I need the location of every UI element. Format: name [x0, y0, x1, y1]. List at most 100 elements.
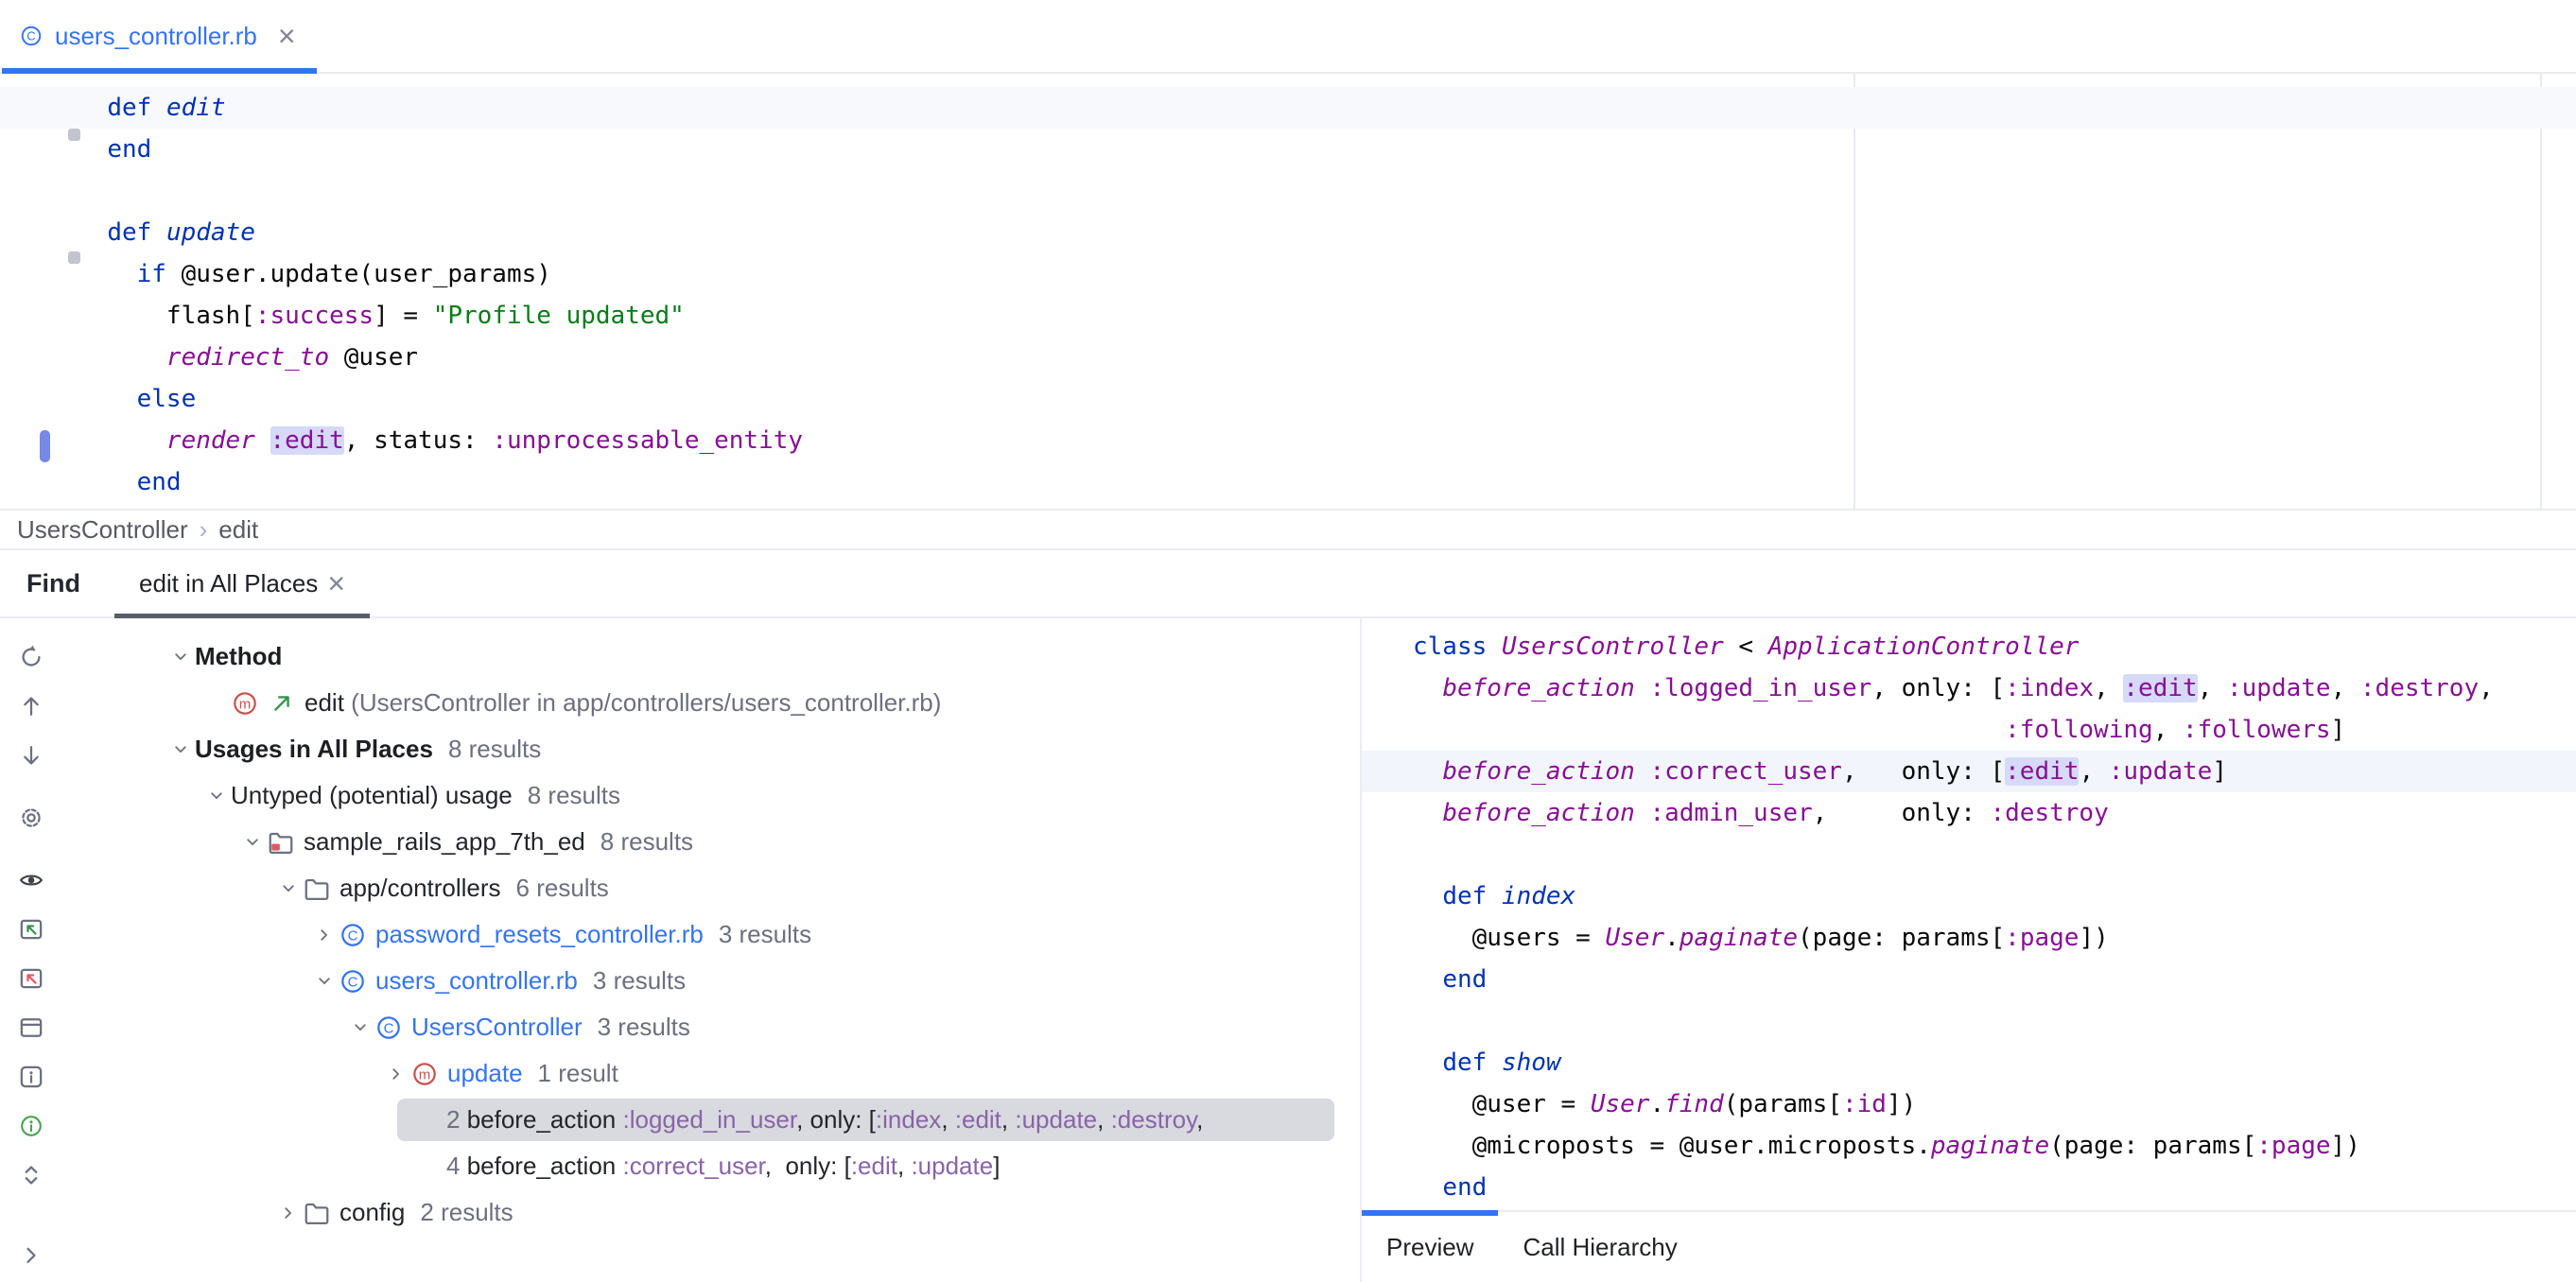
code-token: end [107, 135, 151, 164]
code-token: , [2079, 757, 2108, 786]
chevron-right-icon[interactable] [274, 1199, 303, 1227]
next-occurrence-button[interactable] [15, 739, 47, 771]
code-token: , only: [ [1871, 674, 2005, 702]
code-token: render [166, 426, 255, 455]
folder-icon [303, 875, 331, 903]
code-token: edit [305, 688, 351, 717]
tree-row[interactable]: sample_rails_app_7th_ed8 results [62, 819, 1360, 865]
more-button[interactable] [15, 1239, 47, 1271]
close-icon[interactable]: × [278, 21, 296, 51]
code-editor[interactable]: def edit end def update if @user.update(… [0, 74, 2576, 509]
code-token [1487, 882, 1502, 910]
code-token: :edit [851, 1152, 897, 1180]
code-token: 2 [446, 1105, 467, 1134]
svg-text:m: m [239, 696, 252, 712]
result-count: 3 results [593, 966, 686, 996]
tree-row[interactable]: config2 results [62, 1189, 1360, 1236]
code-line: render :edit, status: :unprocessable_ent… [0, 420, 2576, 461]
editor-tab-bar: C users_controller.rb × [0, 0, 2576, 74]
code-token: :edit [270, 426, 344, 455]
chevron-right-icon[interactable] [310, 921, 339, 949]
code-token: , [2094, 674, 2123, 702]
code-token: @user.update(user_params) [166, 260, 551, 288]
svg-text:m: m [419, 1066, 431, 1083]
pin-window-button[interactable] [15, 1012, 47, 1044]
chevron-spacer [418, 1106, 446, 1135]
previous-occurrence-button[interactable] [15, 690, 47, 722]
tree-row[interactable]: 4 before_action :correct_user, only: [:e… [62, 1143, 1360, 1189]
tree-row[interactable]: medit (UsersController in app/controller… [62, 680, 1360, 726]
inspector-button[interactable] [15, 1110, 47, 1142]
folder-icon [303, 1199, 331, 1227]
svg-text:C: C [348, 974, 358, 990]
tree-row[interactable]: Cpassword_resets_controller.rb3 results [62, 911, 1360, 958]
tab-call-hierarchy[interactable]: Call Hierarchy [1498, 1212, 1701, 1282]
tree-row[interactable]: Usages in All Places8 results [62, 726, 1360, 772]
chevron-down-icon[interactable] [166, 736, 195, 764]
info-icon [18, 1064, 44, 1090]
next-occurrence-icon [18, 742, 44, 769]
code-token [151, 94, 166, 122]
tree-row[interactable]: Untyped (potential) usage8 results [62, 772, 1360, 819]
chevron-down-icon[interactable] [346, 1013, 374, 1042]
results-tree: Methodmedit (UsersController in app/cont… [62, 618, 1360, 1282]
code-token: ]) [2331, 1132, 2360, 1160]
tree-row[interactable]: Cusers_controller.rb3 results [62, 958, 1360, 1004]
chevron-right-icon[interactable] [382, 1060, 410, 1088]
tree-row-label: Usages in All Places [195, 735, 433, 764]
preview-button[interactable] [15, 864, 47, 896]
svg-text:C: C [26, 29, 35, 43]
chevron-down-icon[interactable] [274, 875, 303, 903]
find-results-tab[interactable]: edit in All Places × [114, 550, 370, 616]
chevron-down-icon[interactable] [310, 967, 339, 996]
code-token: :correct_user [1649, 757, 1842, 786]
tree-row[interactable]: mupdate1 result [62, 1050, 1360, 1097]
code-token [1487, 632, 1502, 661]
code-line: :following, :followers] [1362, 709, 2576, 751]
code-token: :following [2005, 716, 2153, 744]
code-token: Usages in All Places [195, 735, 433, 763]
preview-code[interactable]: class UsersController < ApplicationContr… [1362, 618, 2576, 1282]
code-token: ] [2331, 716, 2346, 744]
expand-all-button[interactable] [15, 1159, 47, 1191]
code-token: before_action [1442, 757, 1635, 786]
chevron-spacer [202, 689, 231, 718]
breadcrumb-item[interactable]: UsersController [17, 515, 188, 545]
module-icon [267, 828, 295, 857]
tree-row[interactable]: CUsersController3 results [62, 1004, 1360, 1050]
code-token: :page [2005, 924, 2079, 952]
breadcrumb-item[interactable]: edit [218, 515, 258, 545]
previous-occurrence-icon [18, 693, 44, 719]
code-token: , [2153, 716, 2183, 744]
code-token: . [1649, 1090, 1664, 1118]
editor-tab[interactable]: C users_controller.rb × [2, 0, 317, 72]
code-token [1413, 674, 1442, 702]
close-icon[interactable]: × [327, 568, 345, 598]
open-in-new-tab-button[interactable] [15, 962, 47, 995]
code-line [1362, 1000, 2576, 1042]
chevron-down-icon[interactable] [202, 782, 231, 810]
code-token [78, 385, 137, 413]
code-line: before_action :correct_user, only: [:edi… [1362, 751, 2576, 792]
chevron-down-icon[interactable] [166, 643, 195, 671]
tree-row[interactable]: app/controllers6 results [62, 865, 1360, 911]
settings-button[interactable] [15, 802, 47, 834]
info-button[interactable] [15, 1061, 47, 1093]
chevron-down-icon[interactable] [238, 828, 267, 857]
result-count: 6 results [516, 874, 609, 903]
tree-row[interactable]: Method [62, 633, 1360, 680]
code-token: @user [329, 343, 418, 372]
tab-preview[interactable]: Preview [1362, 1212, 1498, 1282]
settings-icon [18, 805, 44, 831]
code-token: index [1502, 882, 1575, 910]
code-token: redirect_to [166, 343, 329, 372]
code-token: , [941, 1105, 954, 1134]
code-token: :followers [2183, 716, 2331, 744]
code-token: paginate [1680, 924, 1798, 952]
code-token: def [1442, 1048, 1487, 1077]
code-line: if @user.update(user_params) [0, 253, 2576, 295]
rerun-button[interactable] [15, 641, 47, 673]
open-in-editor-button[interactable] [15, 913, 47, 945]
code-token: before_action [467, 1152, 623, 1180]
tree-row[interactable]: 2 before_action :logged_in_user, only: [… [62, 1097, 1360, 1143]
